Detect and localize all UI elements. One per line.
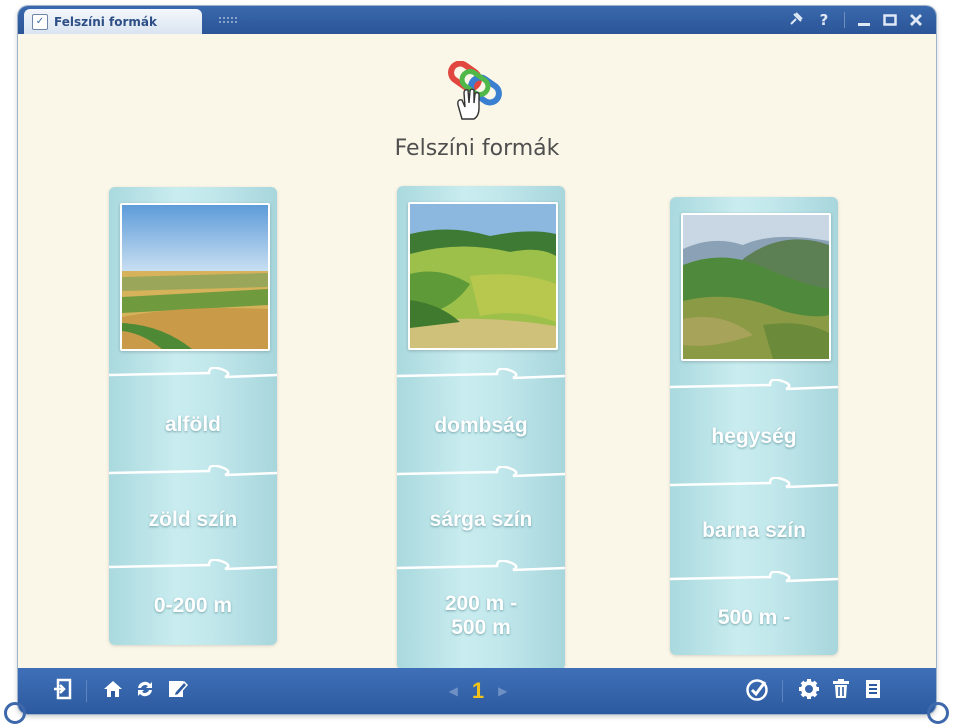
piece-label: 0-200 m bbox=[153, 594, 233, 617]
column-alfold[interactable]: alföld zöld szín 0-200 m bbox=[109, 187, 277, 645]
drag-grip[interactable] bbox=[218, 16, 238, 24]
plain-landscape-image bbox=[120, 203, 270, 351]
piece-label: hegység bbox=[711, 425, 797, 448]
puzzle-piece[interactable]: barna szín bbox=[670, 491, 838, 571]
pin-icon[interactable] bbox=[786, 10, 806, 30]
puzzle-seam bbox=[670, 571, 838, 583]
piece-label: alföld bbox=[165, 413, 221, 436]
bottom-toolbar: ◀ 1 ▶ bbox=[18, 668, 936, 714]
piece-label: dombság bbox=[434, 414, 528, 437]
toolbar-separator bbox=[86, 680, 87, 702]
puzzle-piece[interactable]: 200 m - 500 m bbox=[397, 578, 565, 654]
check-icon[interactable] bbox=[744, 678, 770, 704]
puzzle-piece[interactable]: alföld bbox=[109, 383, 277, 467]
piece-label: sárga szín bbox=[429, 508, 533, 531]
piece-label: 200 m - 500 m bbox=[444, 592, 518, 639]
window-tab[interactable]: ✓ Felszíni formák bbox=[24, 9, 202, 34]
puzzle-piece[interactable]: dombság bbox=[397, 384, 565, 468]
next-page-icon[interactable]: ▶ bbox=[498, 684, 507, 698]
pager: ◀ 1 ▶ bbox=[438, 678, 518, 704]
minimize-icon[interactable] bbox=[854, 10, 874, 30]
toolbar-separator bbox=[782, 680, 783, 702]
title-separator bbox=[844, 12, 845, 28]
mountains-landscape-image bbox=[681, 213, 831, 361]
settings-icon[interactable] bbox=[796, 678, 822, 704]
puzzle-seam bbox=[670, 379, 838, 391]
column-hegyseg[interactable]: hegység barna szín 500 m - bbox=[670, 197, 838, 655]
page-title: Felszíni formák bbox=[394, 136, 560, 161]
piece-label: 500 m - bbox=[717, 606, 791, 629]
help-icon[interactable]: ? bbox=[814, 10, 834, 30]
title-bar: ✓ Felszíni formák ? bbox=[18, 6, 936, 34]
puzzle-piece[interactable]: sárga szín bbox=[397, 480, 565, 560]
column-dombsag[interactable]: dombság sárga szín 200 m - 500 m bbox=[397, 186, 565, 670]
maximize-icon[interactable] bbox=[880, 10, 900, 30]
piece-label: zöld szín bbox=[148, 508, 238, 531]
puzzle-piece[interactable]: 500 m - bbox=[670, 587, 838, 649]
hills-landscape-image bbox=[408, 202, 558, 350]
puzzle-seam bbox=[397, 560, 565, 572]
trash-icon[interactable] bbox=[828, 678, 854, 704]
page-number: 1 bbox=[471, 678, 485, 703]
corner-ornament bbox=[4, 702, 26, 724]
app-window: ✓ Felszíni formák ? Felszíni formák alfö… bbox=[18, 6, 936, 714]
piece-label: barna szín bbox=[702, 519, 806, 542]
close-icon[interactable] bbox=[906, 10, 926, 30]
puzzle-seam bbox=[109, 367, 277, 379]
checklist-icon: ✓ bbox=[32, 13, 48, 30]
puzzle-piece[interactable]: hegység bbox=[670, 395, 838, 479]
tab-title: Felszíni formák bbox=[54, 14, 158, 29]
previous-page-icon[interactable]: ◀ bbox=[449, 684, 458, 698]
puzzle-seam bbox=[397, 368, 565, 380]
chain-link-logo bbox=[444, 60, 510, 123]
home-icon[interactable] bbox=[100, 678, 126, 704]
exit-icon[interactable] bbox=[50, 678, 76, 704]
edit-icon[interactable] bbox=[164, 678, 190, 704]
refresh-icon[interactable] bbox=[132, 678, 158, 704]
puzzle-piece[interactable]: 0-200 m bbox=[109, 573, 277, 639]
list-icon[interactable] bbox=[860, 678, 886, 704]
puzzle-piece[interactable]: zöld szín bbox=[109, 479, 277, 561]
corner-ornament bbox=[927, 702, 949, 724]
